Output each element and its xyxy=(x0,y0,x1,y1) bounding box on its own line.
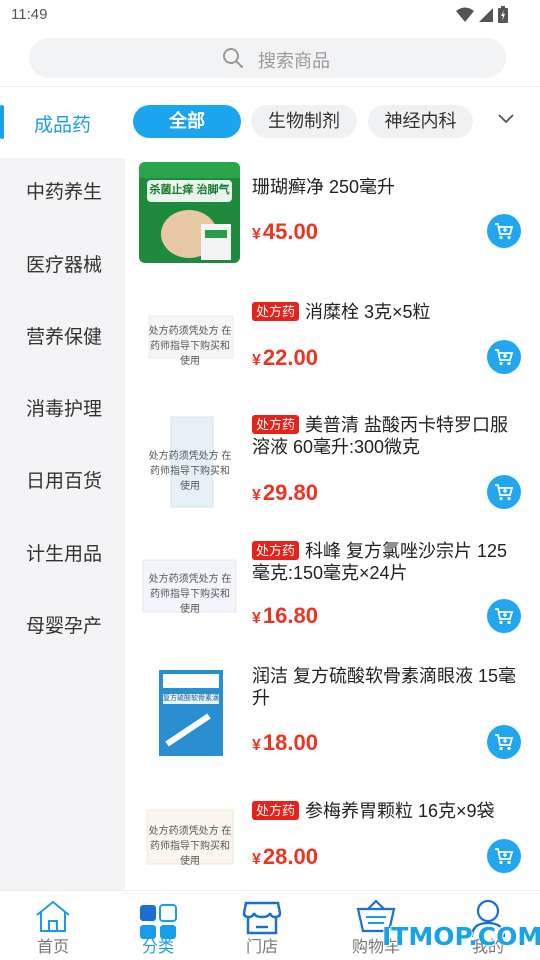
add-to-cart-button[interactable] xyxy=(487,340,521,374)
product-name-text: 珊瑚癣净 250毫升 xyxy=(252,177,396,197)
product-image[interactable]: 处方药须凭处方 在药师指导下购买和使用 xyxy=(139,788,240,888)
product-image-text: 杀菌止痒 治脚气 xyxy=(149,184,230,196)
chevron-down-icon[interactable] xyxy=(497,113,515,125)
add-to-cart-button[interactable] xyxy=(487,725,521,759)
product-price: ¥45.00 xyxy=(252,219,318,245)
price-value: 29.80 xyxy=(262,480,318,505)
search-icon xyxy=(223,48,243,68)
product-image[interactable]: 复方硫酸软骨素滴眼液 xyxy=(139,664,240,765)
product-name-text: 润洁 复方硫酸软骨素滴眼液 15毫升 xyxy=(252,666,517,708)
category-item[interactable]: 母婴孕产 xyxy=(0,607,125,647)
price-value: 16.80 xyxy=(262,603,318,628)
watermark-logo: ITMOP.COM xyxy=(382,922,540,951)
wifi-icon xyxy=(456,7,474,22)
status-time: 11:49 xyxy=(11,6,48,23)
category-label-active: 成品药 xyxy=(34,115,92,136)
cart-icon xyxy=(495,349,514,366)
product-name: 处方药 美普清 盐酸丙卡特罗口服溶液 60毫升:300微克 xyxy=(252,414,520,458)
battery-icon xyxy=(498,6,508,23)
product-name: 处方药 科峰 复方氯唑沙宗片 125毫克:150毫克×24片 xyxy=(252,540,520,584)
currency-symbol: ¥ xyxy=(252,226,261,243)
category-item[interactable]: 计生用品 xyxy=(0,535,125,575)
rx-badge: 处方药 xyxy=(252,541,300,560)
category-sidebar: 中药养生 医疗器械 营养保健 消毒护理 日用百货 计生用品 母婴孕产 xyxy=(0,158,125,890)
add-to-cart-button[interactable] xyxy=(487,475,521,509)
currency-symbol: ¥ xyxy=(252,737,261,754)
add-to-cart-button[interactable] xyxy=(487,839,521,873)
home-icon xyxy=(36,900,70,932)
status-icons xyxy=(456,6,508,23)
nav-home[interactable]: 首页 xyxy=(13,891,93,960)
cart-icon xyxy=(495,608,514,625)
search-placeholder: 搜索商品 xyxy=(258,51,330,71)
product-name: 润洁 复方硫酸软骨素滴眼液 15毫升 xyxy=(252,665,520,709)
nav-label: 分类 xyxy=(141,939,174,956)
currency-symbol: ¥ xyxy=(252,851,261,868)
price-value: 28.00 xyxy=(262,844,318,869)
rx-badge: 处方药 xyxy=(252,415,300,434)
product-image-text: 处方药须凭处方 在药师指导下购买和使用 xyxy=(148,326,232,367)
product-image[interactable]: 杀菌止痒 治脚气 xyxy=(139,162,240,263)
product-price: ¥22.00 xyxy=(252,345,318,371)
cart-icon xyxy=(495,484,514,501)
currency-symbol: ¥ xyxy=(252,487,261,504)
product-image[interactable]: 处方药须凭处方 在药师指导下购买和使用 xyxy=(139,288,240,389)
nav-category[interactable]: 分类 xyxy=(118,891,198,960)
category-item[interactable]: 中药养生 xyxy=(0,173,125,213)
product-price: ¥16.80 xyxy=(252,603,318,629)
signal-icon xyxy=(479,7,493,22)
currency-symbol: ¥ xyxy=(252,610,261,627)
rx-badge: 处方药 xyxy=(252,302,300,321)
product-name-text: 参梅养胃颗粒 16克×9袋 xyxy=(305,801,495,821)
nav-label: 门店 xyxy=(245,939,278,956)
price-value: 45.00 xyxy=(262,219,318,244)
category-item[interactable]: 医疗器械 xyxy=(0,246,125,286)
category-item[interactable]: 日用百货 xyxy=(0,462,125,502)
product-image[interactable]: 处方药须凭处方 在药师指导下购买和使用 xyxy=(139,413,240,514)
rx-badge: 处方药 xyxy=(252,801,300,820)
cart-icon xyxy=(495,848,514,865)
tab-neurology[interactable]: 神经内科 xyxy=(368,105,473,138)
nav-store[interactable]: 门店 xyxy=(222,891,302,960)
active-indicator xyxy=(0,105,4,139)
category-item-active[interactable]: 成品药 xyxy=(0,103,126,141)
currency-symbol: ¥ xyxy=(252,352,261,369)
price-value: 22.00 xyxy=(262,345,318,370)
product-image-text: 处方药须凭处方 在药师指导下购买和使用 xyxy=(148,451,232,492)
product-name: 珊瑚癣净 250毫升 xyxy=(252,176,520,198)
product-image-text: 处方药须凭处方 在药师指导下购买和使用 xyxy=(148,574,232,615)
product-price: ¥18.00 xyxy=(252,730,318,756)
product-price: ¥29.80 xyxy=(252,480,318,506)
cart-icon xyxy=(495,223,514,240)
header-divider xyxy=(0,86,540,87)
add-to-cart-button[interactable] xyxy=(487,599,521,633)
store-icon xyxy=(242,901,282,935)
cart-icon xyxy=(495,734,514,751)
category-item[interactable]: 营养保健 xyxy=(0,318,125,358)
product-image[interactable]: 处方药须凭处方 在药师指导下购买和使用 xyxy=(139,540,240,641)
product-image-text: 处方药须凭处方 在药师指导下购买和使用 xyxy=(148,826,232,867)
price-value: 18.00 xyxy=(262,730,318,755)
category-item[interactable]: 消毒护理 xyxy=(0,390,125,430)
product-price: ¥28.00 xyxy=(252,844,318,870)
product-name: 处方药 消糜栓 3克×5粒 xyxy=(252,301,520,323)
product-image-text: 复方硫酸软骨素滴眼液 xyxy=(163,695,219,702)
status-bar: 11:49 xyxy=(0,0,540,30)
add-to-cart-button[interactable] xyxy=(487,214,521,248)
product-name-text: 消糜栓 3克×5粒 xyxy=(305,302,431,322)
tab-all[interactable]: 全部 xyxy=(133,105,241,138)
search-bar[interactable]: 搜索商品 xyxy=(29,38,506,78)
tab-biologics[interactable]: 生物制剂 xyxy=(251,105,357,138)
nav-label: 首页 xyxy=(36,939,69,956)
product-name: 处方药 参梅养胃颗粒 16克×9袋 xyxy=(252,800,520,822)
